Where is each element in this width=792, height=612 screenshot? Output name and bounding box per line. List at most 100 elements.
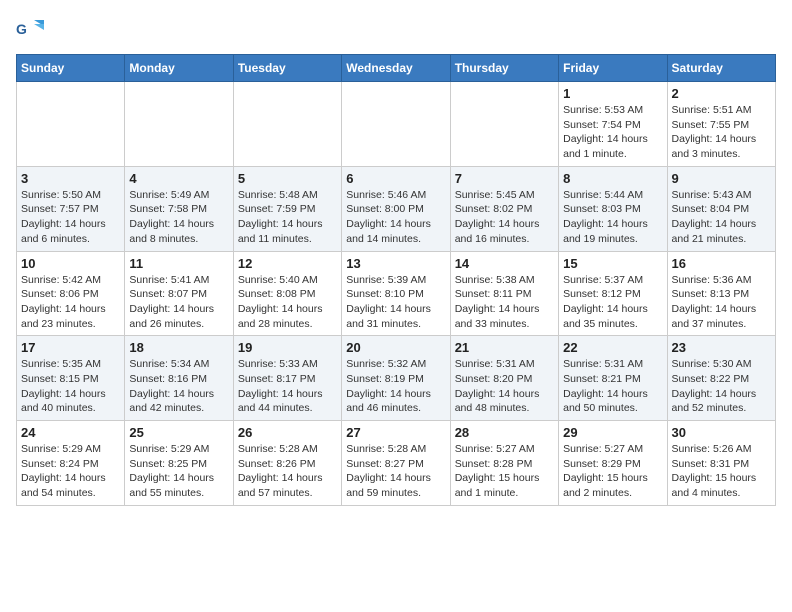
svg-text:G: G — [16, 21, 27, 37]
calendar-cell: 27 Sunrise: 5:28 AM Sunset: 8:27 PM Dayli… — [342, 421, 450, 506]
calendar-cell: 28 Sunrise: 5:27 AM Sunset: 8:28 PM Dayli… — [450, 421, 558, 506]
day-info: Sunrise: 5:27 AM Sunset: 8:29 PM Dayligh… — [563, 442, 662, 501]
day-info: Sunrise: 5:42 AM Sunset: 8:06 PM Dayligh… — [21, 273, 120, 332]
calendar-week-5: 24Sunrise: 5:29 AM Sunset: 8:24 PM Dayli… — [17, 421, 776, 506]
calendar-cell: 8 Sunrise: 5:44 AM Sunset: 8:03 PM Daylig… — [559, 166, 667, 251]
calendar-week-4: 17Sunrise: 5:35 AM Sunset: 8:15 PM Dayli… — [17, 336, 776, 421]
day-number: 6 — [346, 171, 445, 186]
calendar-cell — [342, 82, 450, 167]
calendar-cell: 1 Sunrise: 5:53 AM Sunset: 7:54 PM Daylig… — [559, 82, 667, 167]
day-number: 1 — [563, 86, 662, 101]
day-info: Sunrise: 5:38 AM Sunset: 8:11 PM Dayligh… — [455, 273, 554, 332]
day-number: 27 — [346, 425, 445, 440]
calendar-cell: 22 Sunrise: 5:31 AM Sunset: 8:21 PM Dayli… — [559, 336, 667, 421]
calendar-cell: 29 Sunrise: 5:27 AM Sunset: 8:29 PM Dayli… — [559, 421, 667, 506]
calendar-week-2: 3 Sunrise: 5:50 AM Sunset: 7:57 PM Daylig… — [17, 166, 776, 251]
day-info: Sunrise: 5:49 AM Sunset: 7:58 PM Dayligh… — [129, 188, 228, 247]
day-number: 2 — [672, 86, 771, 101]
calendar-week-3: 10 Sunrise: 5:42 AM Sunset: 8:06 PM Dayli… — [17, 251, 776, 336]
page-header: G — [16, 16, 776, 44]
day-number: 29 — [563, 425, 662, 440]
calendar-cell: 15 Sunrise: 5:37 AM Sunset: 8:12 PM Dayli… — [559, 251, 667, 336]
day-info: Sunrise: 5:28 AM Sunset: 8:26 PM Dayligh… — [238, 442, 337, 501]
day-number: 9 — [672, 171, 771, 186]
day-number: 25 — [129, 425, 228, 440]
day-info: Sunrise: 5:53 AM Sunset: 7:54 PM Dayligh… — [563, 103, 662, 162]
day-info: Sunrise: 5:45 AM Sunset: 8:02 PM Dayligh… — [455, 188, 554, 247]
day-info: Sunrise: 5:51 AM Sunset: 7:55 PM Dayligh… — [672, 103, 771, 162]
calendar-cell: 23Sunrise: 5:30 AM Sunset: 8:22 PM Dayli… — [667, 336, 775, 421]
calendar-cell: 12Sunrise: 5:40 AM Sunset: 8:08 PM Dayli… — [233, 251, 341, 336]
day-number: 12 — [238, 256, 337, 271]
day-number: 11 — [129, 256, 228, 271]
day-number: 7 — [455, 171, 554, 186]
calendar-cell: 26 Sunrise: 5:28 AM Sunset: 8:26 PM Dayli… — [233, 421, 341, 506]
calendar-cell: 7 Sunrise: 5:45 AM Sunset: 8:02 PM Daylig… — [450, 166, 558, 251]
day-info: Sunrise: 5:31 AM Sunset: 8:21 PM Dayligh… — [563, 357, 662, 416]
calendar-table: SundayMondayTuesdayWednesdayThursdayFrid… — [16, 54, 776, 506]
day-info: Sunrise: 5:50 AM Sunset: 7:57 PM Dayligh… — [21, 188, 120, 247]
day-info: Sunrise: 5:37 AM Sunset: 8:12 PM Dayligh… — [563, 273, 662, 332]
calendar-cell: 19 Sunrise: 5:33 AM Sunset: 8:17 PM Dayli… — [233, 336, 341, 421]
calendar-week-1: 1 Sunrise: 5:53 AM Sunset: 7:54 PM Daylig… — [17, 82, 776, 167]
day-info: Sunrise: 5:43 AM Sunset: 8:04 PM Dayligh… — [672, 188, 771, 247]
calendar-cell: 5 Sunrise: 5:48 AM Sunset: 7:59 PM Daylig… — [233, 166, 341, 251]
day-info: Sunrise: 5:46 AM Sunset: 8:00 PM Dayligh… — [346, 188, 445, 247]
calendar-cell: 6 Sunrise: 5:46 AM Sunset: 8:00 PM Daylig… — [342, 166, 450, 251]
day-number: 19 — [238, 340, 337, 355]
day-header-monday: Monday — [125, 55, 233, 82]
day-info: Sunrise: 5:27 AM Sunset: 8:28 PM Dayligh… — [455, 442, 554, 501]
day-info: Sunrise: 5:31 AM Sunset: 8:20 PM Dayligh… — [455, 357, 554, 416]
day-number: 24 — [21, 425, 120, 440]
day-info: Sunrise: 5:26 AM Sunset: 8:31 PM Dayligh… — [672, 442, 771, 501]
day-number: 14 — [455, 256, 554, 271]
day-number: 15 — [563, 256, 662, 271]
calendar-cell — [450, 82, 558, 167]
calendar-cell — [233, 82, 341, 167]
day-number: 28 — [455, 425, 554, 440]
day-number: 16 — [672, 256, 771, 271]
calendar-header-row: SundayMondayTuesdayWednesdayThursdayFrid… — [17, 55, 776, 82]
day-header-thursday: Thursday — [450, 55, 558, 82]
calendar-cell: 9 Sunrise: 5:43 AM Sunset: 8:04 PM Daylig… — [667, 166, 775, 251]
day-header-saturday: Saturday — [667, 55, 775, 82]
day-number: 18 — [129, 340, 228, 355]
calendar-cell: 3 Sunrise: 5:50 AM Sunset: 7:57 PM Daylig… — [17, 166, 125, 251]
day-number: 20 — [346, 340, 445, 355]
day-info: Sunrise: 5:36 AM Sunset: 8:13 PM Dayligh… — [672, 273, 771, 332]
day-number: 3 — [21, 171, 120, 186]
calendar-cell: 13Sunrise: 5:39 AM Sunset: 8:10 PM Dayli… — [342, 251, 450, 336]
calendar-cell: 25 Sunrise: 5:29 AM Sunset: 8:25 PM Dayli… — [125, 421, 233, 506]
day-info: Sunrise: 5:35 AM Sunset: 8:15 PM Dayligh… — [21, 357, 120, 416]
logo: G — [16, 16, 48, 44]
day-number: 21 — [455, 340, 554, 355]
calendar-cell: 16 Sunrise: 5:36 AM Sunset: 8:13 PM Dayli… — [667, 251, 775, 336]
day-info: Sunrise: 5:39 AM Sunset: 8:10 PM Dayligh… — [346, 273, 445, 332]
day-number: 30 — [672, 425, 771, 440]
day-info: Sunrise: 5:34 AM Sunset: 8:16 PM Dayligh… — [129, 357, 228, 416]
calendar-cell: 4 Sunrise: 5:49 AM Sunset: 7:58 PM Daylig… — [125, 166, 233, 251]
day-header-friday: Friday — [559, 55, 667, 82]
day-info: Sunrise: 5:32 AM Sunset: 8:19 PM Dayligh… — [346, 357, 445, 416]
day-info: Sunrise: 5:29 AM Sunset: 8:25 PM Dayligh… — [129, 442, 228, 501]
calendar-cell: 21 Sunrise: 5:31 AM Sunset: 8:20 PM Dayli… — [450, 336, 558, 421]
day-header-tuesday: Tuesday — [233, 55, 341, 82]
calendar-cell: 2 Sunrise: 5:51 AM Sunset: 7:55 PM Daylig… — [667, 82, 775, 167]
calendar-cell — [17, 82, 125, 167]
day-number: 4 — [129, 171, 228, 186]
day-header-wednesday: Wednesday — [342, 55, 450, 82]
day-number: 8 — [563, 171, 662, 186]
day-info: Sunrise: 5:30 AM Sunset: 8:22 PM Dayligh… — [672, 357, 771, 416]
calendar-cell — [125, 82, 233, 167]
day-info: Sunrise: 5:44 AM Sunset: 8:03 PM Dayligh… — [563, 188, 662, 247]
day-number: 10 — [21, 256, 120, 271]
day-info: Sunrise: 5:33 AM Sunset: 8:17 PM Dayligh… — [238, 357, 337, 416]
calendar-cell: 14 Sunrise: 5:38 AM Sunset: 8:11 PM Dayli… — [450, 251, 558, 336]
day-number: 22 — [563, 340, 662, 355]
day-number: 26 — [238, 425, 337, 440]
day-info: Sunrise: 5:28 AM Sunset: 8:27 PM Dayligh… — [346, 442, 445, 501]
calendar-cell: 20 Sunrise: 5:32 AM Sunset: 8:19 PM Dayli… — [342, 336, 450, 421]
day-info: Sunrise: 5:48 AM Sunset: 7:59 PM Dayligh… — [238, 188, 337, 247]
calendar-cell: 17Sunrise: 5:35 AM Sunset: 8:15 PM Dayli… — [17, 336, 125, 421]
day-number: 5 — [238, 171, 337, 186]
